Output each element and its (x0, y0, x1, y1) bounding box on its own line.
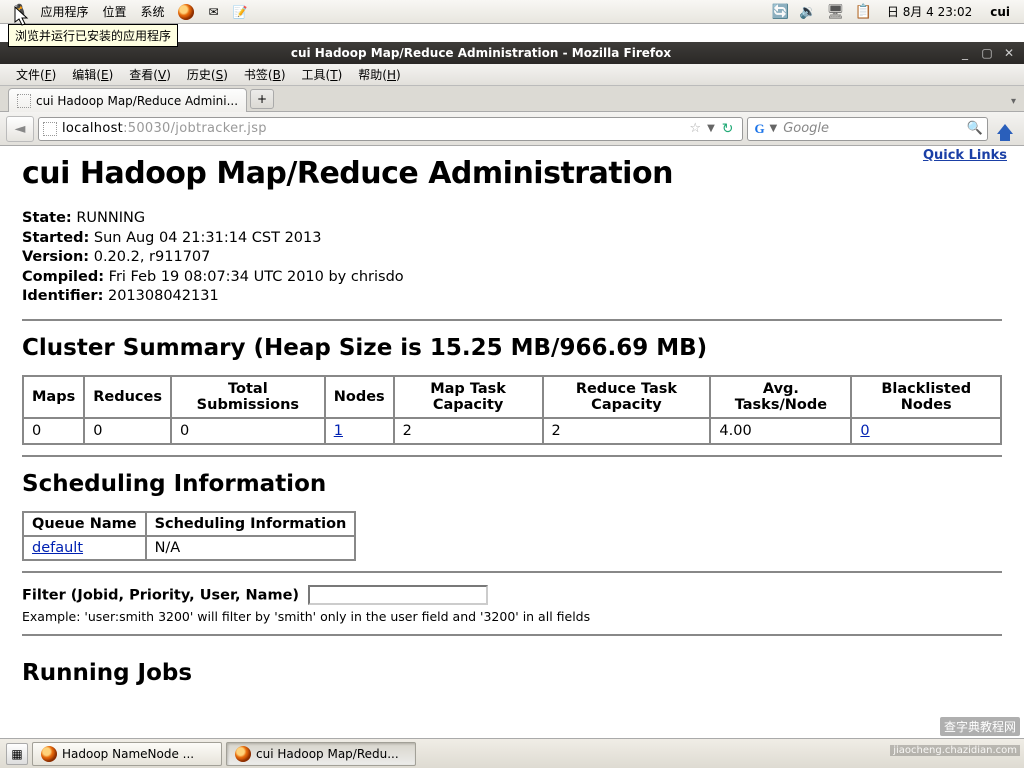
menu-system[interactable]: 系统 (133, 3, 171, 20)
tab-favicon (17, 94, 31, 108)
bookmark-star-icon[interactable]: ☆ (686, 121, 704, 136)
gnome-foot-icon: 🐧 (6, 4, 33, 20)
search-placeholder: Google (779, 121, 967, 136)
quick-links-link[interactable]: Quick Links (923, 148, 1007, 163)
google-engine-icon[interactable]: G (752, 121, 768, 137)
back-button[interactable]: ◄ (6, 116, 34, 142)
window-title: cui Hadoop Map/Reduce Administration - M… (8, 46, 954, 60)
divider (22, 319, 1002, 321)
menu-bookmarks[interactable]: 书签(B) (236, 66, 294, 83)
new-tab-button[interactable]: + (250, 89, 274, 109)
table-row: 0 0 0 1 2 2 4.00 0 (23, 418, 1001, 444)
reload-icon[interactable]: ↻ (718, 121, 738, 137)
home-button[interactable] (992, 117, 1018, 141)
task-jobtracker[interactable]: cui Hadoop Map/Redu... (226, 742, 416, 766)
top-panel: 🐧 应用程序 位置 系统 ✉ 📝 🔄 🔉 🖥 📋 日 8月 4 23:02 cu… (0, 0, 1024, 24)
menu-edit[interactable]: 编辑(E) (64, 66, 121, 83)
blacklisted-link[interactable]: 0 (860, 423, 869, 439)
firefox-icon (235, 746, 251, 762)
minimize-button[interactable]: _ (957, 45, 973, 61)
cluster-summary-heading: Cluster Summary (Heap Size is 15.25 MB/9… (22, 335, 1002, 361)
nodes-link[interactable]: 1 (334, 423, 343, 439)
scheduling-table: Queue NameScheduling Information default… (22, 511, 356, 561)
info-block: State: RUNNING Started: Sun Aug 04 21:31… (22, 209, 1002, 307)
launcher-firefox[interactable] (171, 4, 201, 20)
home-icon (997, 124, 1013, 134)
watermark-url: jiaocheng.chazidian.com (890, 745, 1020, 756)
browser-tab[interactable]: cui Hadoop Map/Reduce Admini... (8, 88, 247, 112)
task-namenode[interactable]: Hadoop NameNode ... (32, 742, 222, 766)
table-header-row: MapsReduces Total SubmissionsNodes Map T… (23, 376, 1001, 418)
launcher-notes[interactable]: 📝 (226, 5, 255, 19)
firefox-icon (178, 4, 194, 20)
search-box[interactable]: G ▼ Google 🔍 (747, 117, 989, 141)
launcher-mail[interactable]: ✉ (201, 5, 225, 19)
menu-tools[interactable]: 工具(T) (294, 66, 351, 83)
tooltip: 浏览并运行已安装的应用程序 (8, 24, 178, 47)
page-heading: cui Hadoop Map/Reduce Administration (22, 156, 1002, 191)
queue-link[interactable]: default (32, 540, 83, 556)
menu-file[interactable]: 文件(F) (8, 66, 64, 83)
filter-line: Filter (Jobid, Priority, User, Name) (22, 585, 1002, 605)
maximize-button[interactable]: ▢ (979, 45, 995, 61)
tab-title: cui Hadoop Map/Reduce Admini... (36, 94, 238, 108)
filter-input[interactable] (308, 585, 488, 605)
clock[interactable]: 日 8月 4 23:02 (877, 3, 982, 20)
clipboard-icon[interactable]: 📋 (849, 4, 876, 20)
show-desktop-button[interactable]: ▦ (6, 743, 28, 765)
page-content: Quick Links cui Hadoop Map/Reduce Admini… (0, 146, 1024, 738)
menu-places[interactable]: 位置 (95, 3, 133, 20)
search-go-icon[interactable]: 🔍 (967, 121, 983, 136)
network-icon[interactable]: 🖥 (822, 4, 850, 20)
url-text: localhost:50030/jobtracker.jsp (62, 121, 686, 136)
watermark: 查字典教程网 (940, 717, 1020, 736)
updates-icon[interactable]: 🔄 (767, 4, 794, 20)
tab-strip: cui Hadoop Map/Reduce Admini... + ▾ (0, 86, 1024, 112)
menu-help[interactable]: 帮助(H) (350, 66, 408, 83)
engine-dropdown-icon[interactable]: ▼ (768, 123, 780, 134)
viewport: Quick Links cui Hadoop Map/Reduce Admini… (0, 146, 1024, 738)
user-menu[interactable]: cui (982, 5, 1018, 19)
url-dropdown-icon[interactable]: ▼ (704, 123, 718, 134)
menu-apps[interactable]: 应用程序 (33, 3, 95, 20)
table-row: default N/A (23, 536, 355, 560)
url-bar[interactable]: localhost:50030/jobtracker.jsp ☆ ▼ ↻ (38, 117, 743, 141)
running-jobs-heading: Running Jobs (22, 660, 1002, 686)
divider (22, 634, 1002, 636)
volume-icon[interactable]: 🔉 (794, 4, 821, 20)
close-button[interactable]: ✕ (1001, 45, 1017, 61)
filter-example: Example: 'user:smith 3200' will filter b… (22, 609, 1002, 624)
nav-toolbar: ◄ localhost:50030/jobtracker.jsp ☆ ▼ ↻ G… (0, 112, 1024, 146)
divider (22, 571, 1002, 573)
scheduling-heading: Scheduling Information (22, 471, 1002, 497)
menu-history[interactable]: 历史(S) (179, 66, 236, 83)
list-tabs-button[interactable]: ▾ (1011, 96, 1016, 107)
bottom-panel: ▦ Hadoop NameNode ... cui Hadoop Map/Red… (0, 738, 1024, 768)
firefox-icon (41, 746, 57, 762)
divider (22, 455, 1002, 457)
firefox-menubar: 文件(F) 编辑(E) 查看(V) 历史(S) 书签(B) 工具(T) 帮助(H… (0, 64, 1024, 86)
table-header-row: Queue NameScheduling Information (23, 512, 355, 536)
menu-view[interactable]: 查看(V) (121, 66, 179, 83)
cluster-summary-table: MapsReduces Total SubmissionsNodes Map T… (22, 375, 1002, 445)
site-identity-icon[interactable] (43, 122, 57, 136)
